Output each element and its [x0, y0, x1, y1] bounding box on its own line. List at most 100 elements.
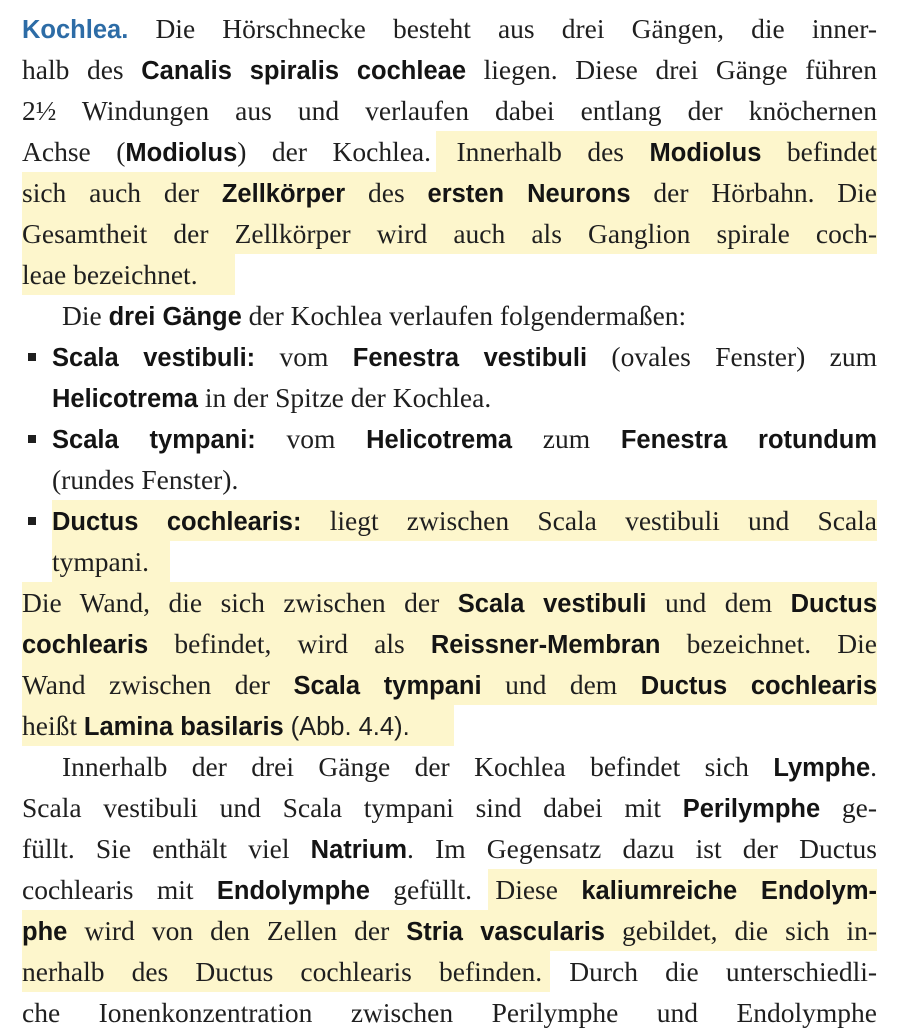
text-run: Diese: [495, 874, 558, 905]
bold-term: Zellkörper: [221, 180, 346, 208]
text-run: heißt: [22, 710, 77, 741]
paragraph-line: nerhalb des Ductus cochlearis befinden. …: [22, 951, 877, 992]
paragraph-line: Gesamtheit der Zellkörper wird auch als …: [22, 213, 877, 254]
bold-term: Lamina basilaris: [83, 713, 284, 741]
text-run: in der Spitze der Kochlea.: [204, 382, 492, 413]
bold-term: Natrium: [310, 836, 408, 864]
bold-term: Ductus cochlearis: [640, 672, 877, 700]
bullet-marker: [28, 435, 36, 443]
bold-term: Scala tympani: [293, 672, 482, 700]
list-item-continuation: (rundes Fenster).: [52, 459, 877, 500]
text-run: liegen. Diese drei Gänge führen: [483, 54, 877, 85]
bold-term: Scala vestibuli: [457, 590, 647, 618]
text-run: 2½ Windungen aus und verlaufen dabei ent…: [22, 95, 877, 126]
text-run: Die: [62, 300, 102, 331]
bold-term: Helicotrema: [52, 385, 198, 413]
bold-term: Reissner-Membran: [430, 631, 661, 659]
paragraph-line: Wand zwischen der Scala tympani und dem …: [22, 664, 877, 705]
bold-term: Endolymphe: [216, 877, 370, 905]
text-run: bezeichnet. Die: [686, 628, 877, 659]
text-run: Innerhalb der drei Gänge der Kochlea bef…: [62, 751, 749, 782]
bold-term: Lymphe: [773, 754, 871, 782]
bullet-marker: [28, 353, 36, 361]
text-run: ) der Kochlea.: [237, 136, 432, 167]
paragraph-line: cochlearis befindet, wird als Reissner-M…: [22, 623, 877, 664]
text-run: . Im Gegensatz dazu ist der Ductus: [407, 833, 877, 864]
text-run: tympani.: [52, 546, 150, 577]
text-run: Scala vestibuli und Scala tympani sind d…: [22, 792, 662, 823]
paragraph-line: Achse (Modiolus) der Kochlea. Innerhalb …: [22, 131, 877, 172]
text-run: wird von den Zellen der: [84, 915, 390, 946]
text-run: gefüllt.: [393, 874, 472, 905]
text-run: Durch die unterschiedli-: [569, 956, 877, 987]
text-run: vom: [286, 423, 336, 454]
paragraph-line: Die Wand, die sich zwischen der Scala ve…: [22, 582, 877, 623]
list-item: Scala tympani: vom Helicotrema zum Fenes…: [52, 418, 877, 459]
text-run: Die Hörschnecke besteht aus drei Gängen,…: [155, 13, 877, 44]
paragraph-line: Scala vestibuli und Scala tympani sind d…: [22, 787, 877, 828]
list-item-continuation: tympani.: [52, 541, 877, 582]
bold-term: cochlearis: [22, 631, 149, 659]
text-run: zum: [542, 423, 591, 454]
text-run: nerhalb des Ductus cochlearis befinden.: [22, 956, 543, 987]
text-run: che Ionenkonzentration zwischen Perilymp…: [22, 997, 877, 1028]
bold-term: Ductus cochlearis:: [52, 508, 302, 536]
paragraph-line: Innerhalb der drei Gänge der Kochlea bef…: [62, 751, 877, 782]
text-run: des: [368, 177, 405, 208]
text-run: Die Wand, die sich zwischen der: [22, 587, 440, 618]
bold-term: Perilymphe: [682, 795, 821, 823]
text-run: leae bezeichnet.: [22, 259, 198, 290]
text-run: Wand zwischen der: [22, 669, 270, 700]
list-item: Scala vestibuli: vom Fenestra vestibuli …: [52, 336, 877, 377]
text-run: (ovales Fenster) zum: [611, 341, 877, 372]
bold-term: Scala vestibuli:: [52, 344, 256, 372]
bold-term: Modiolus: [125, 139, 238, 167]
paragraph-line: 2½ Windungen aus und verlaufen dabei ent…: [22, 90, 877, 131]
paragraph-line: füllt. Sie enthält viel Natrium. Im Gege…: [22, 828, 877, 869]
text-run: der Kochlea verlaufen folgendermaßen:: [248, 300, 687, 331]
bold-term: Helicotrema: [366, 426, 513, 454]
bold-term: phe: [22, 918, 68, 946]
bold-term: Ductus: [790, 590, 877, 618]
paragraph-line: Die drei Gänge der Kochlea verlaufen fol…: [62, 295, 877, 336]
text-run: und dem: [505, 669, 618, 700]
bold-term: drei Gänge: [108, 303, 242, 331]
paragraph-line: sich auch der Zellkörper des ersten Neur…: [22, 172, 877, 213]
text-run: ge-: [841, 792, 877, 823]
paragraph-line: heißt Lamina basilaris (Abb. 4.4).: [22, 705, 877, 746]
text-run: liegt zwischen Scala vestibuli und Scala: [329, 505, 877, 536]
list-item-continuation: Helicotrema in der Spitze der Kochlea.: [52, 377, 877, 418]
bold-term: Fenestra rotundum: [620, 426, 877, 454]
section-heading: Kochlea.: [22, 16, 129, 44]
text-run: (rundes Fenster).: [52, 464, 239, 495]
bold-term: Fenestra vestibuli: [352, 344, 588, 372]
text-run: Gesamtheit der Zellkörper wird auch als …: [22, 218, 877, 249]
paragraph-line: halb des Canalis spiralis cochleae liege…: [22, 49, 877, 90]
figure-reference: (Abb. 4.4).: [290, 713, 410, 741]
text-run: Innerhalb des: [456, 136, 625, 167]
paragraph-line: leae bezeichnet.: [22, 254, 877, 295]
text-run: der Hörbahn. Die: [653, 177, 877, 208]
list-item: Ductus cochlearis: liegt zwischen Scala …: [52, 500, 877, 541]
bold-term: ersten Neurons: [427, 180, 631, 208]
text-run: vom: [279, 341, 329, 372]
text-run: halb des: [22, 54, 124, 85]
paragraph-line: cochlearis mit Endolymphe gefüllt. Diese…: [22, 869, 877, 910]
bold-term: Stria vascularis: [406, 918, 605, 946]
bold-term: kaliumreiche Endolym-: [581, 877, 877, 905]
text-run: befindet: [786, 136, 877, 167]
text-run: und dem: [665, 587, 773, 618]
text-run: Achse (: [22, 136, 126, 167]
paragraph-line: che Ionenkonzentration zwischen Perilymp…: [22, 992, 877, 1033]
bullet-marker: [28, 517, 36, 525]
bold-term: Modiolus: [649, 139, 762, 167]
text-run: gebildet, die sich in-: [622, 915, 877, 946]
bold-term: Canalis spiralis cochleae: [141, 57, 466, 85]
text-run: befindet, wird als: [174, 628, 405, 659]
paragraph-line: Kochlea. Die Hörschnecke besteht aus dre…: [22, 8, 877, 49]
paragraph-line: phe wird von den Zellen der Stria vascul…: [22, 910, 877, 951]
textbook-page: Kochlea. Die Hörschnecke besteht aus dre…: [0, 0, 897, 1028]
text-run: füllt. Sie enthält viel: [22, 833, 290, 864]
bold-term: Scala tympani:: [52, 426, 256, 454]
text-run: sich auch der: [22, 177, 200, 208]
